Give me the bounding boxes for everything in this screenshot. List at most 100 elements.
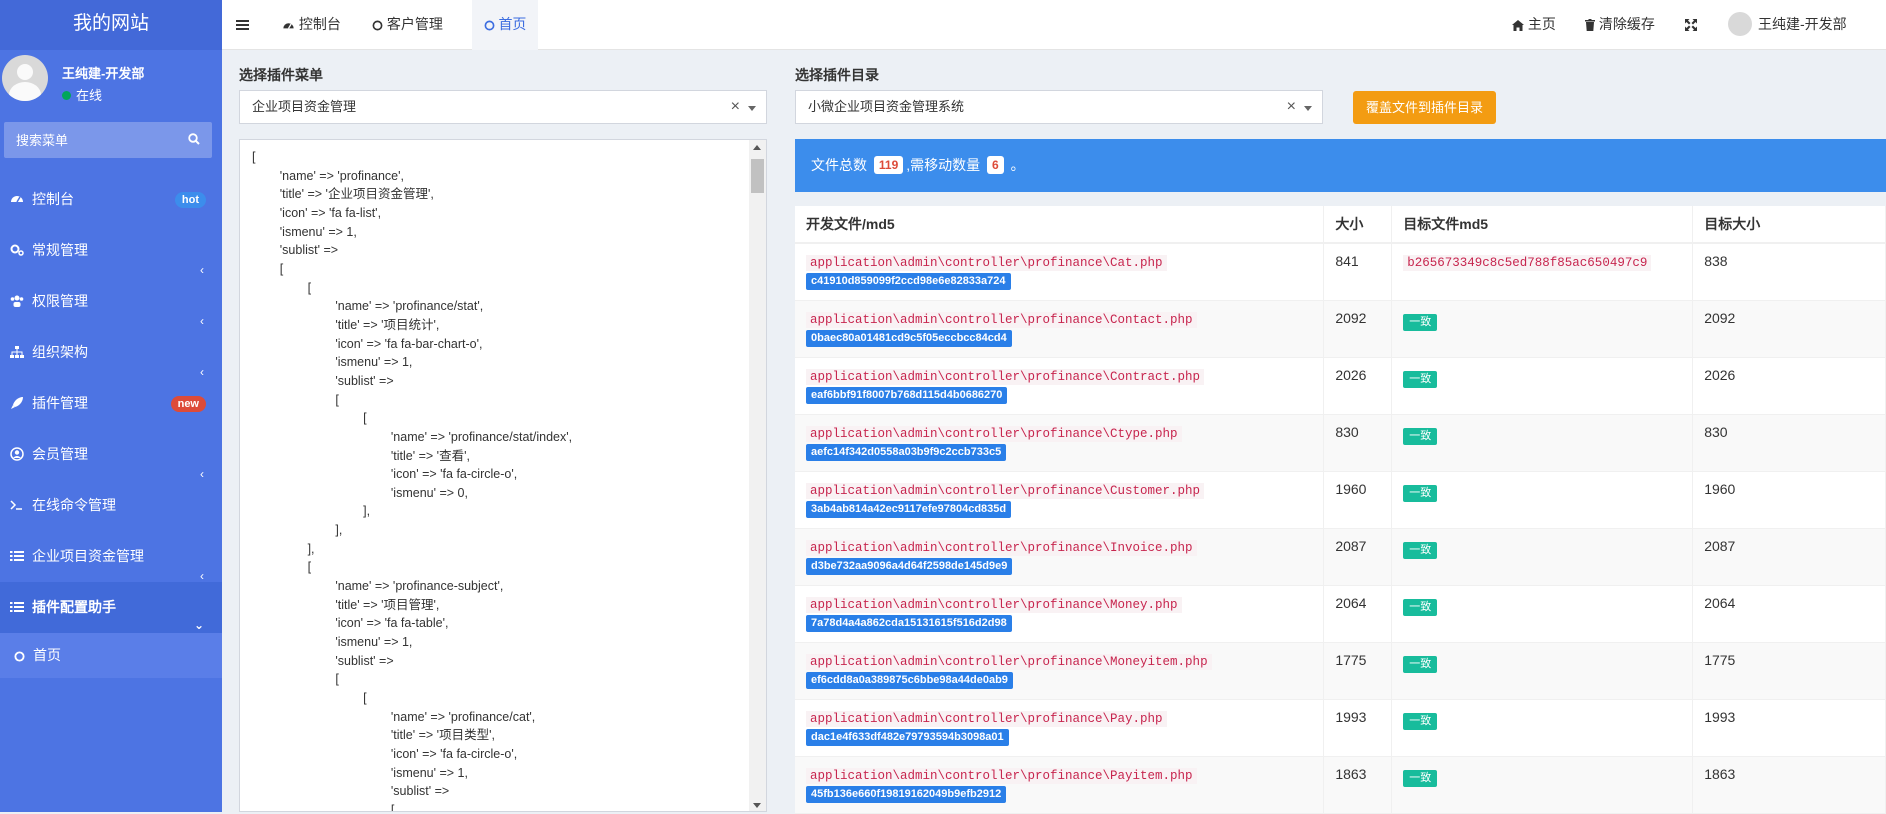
sidebar-menu: 控制台 hot 常规管理 ‹ 权限管理 ‹ 组织架构 ‹ 插件管理 new 会员… [0, 174, 222, 678]
size-cell: 830 [1323, 414, 1393, 472]
scroll-up-icon[interactable] [753, 145, 761, 150]
new-badge: new [170, 396, 206, 412]
file-cell: application\admin\controller\profinance\… [795, 756, 1325, 814]
file-md5-badge: d3be732aa9096a4d64f2598de145d9e9 [806, 557, 1013, 575]
menu-config-textarea[interactable]: [ 'name' => 'profinance', 'title' => '企业… [239, 139, 767, 812]
select-value: 小微企业项目资金管理系统 [808, 99, 965, 114]
sidebar-item-organization[interactable]: 组织架构 ‹ [0, 327, 222, 379]
summary-middle: ,需移动数量 [906, 157, 981, 173]
plugin-dir-select[interactable]: 小微企业项目资金管理系统 × [795, 90, 1323, 124]
site-brand[interactable]: 我的网站 [0, 0, 222, 50]
textarea-scrollbar[interactable] [749, 140, 766, 811]
column-header: 目标大小 [1692, 206, 1886, 244]
file-cell: application\admin\controller\profinance\… [795, 300, 1325, 358]
column-header: 大小 [1323, 206, 1393, 244]
sidebar-item-label: 在线命令管理 [32, 497, 116, 513]
file-path: application\admin\controller\profinance\… [806, 539, 1197, 556]
online-dot-icon [62, 91, 71, 100]
clear-icon[interactable]: × [731, 91, 740, 123]
search-icon[interactable] [188, 133, 200, 145]
user-menu[interactable]: 王纯建-开发部 [1728, 0, 1847, 50]
sidebar-item-addons[interactable]: 插件管理 new [0, 378, 222, 429]
size-cell: 2092 [1323, 300, 1393, 358]
hot-badge: hot [174, 192, 206, 208]
plugin-menu-select[interactable]: 企业项目资金管理 × [239, 90, 767, 124]
file-md5-badge: dac1e4f633df482e79793594b3098a01 [806, 728, 1009, 746]
scroll-down-icon[interactable] [753, 803, 761, 808]
file-md5-badge: 45fb136e660f19819162049b9efb2912 [806, 785, 1007, 803]
home-label: 主页 [1527, 16, 1556, 32]
table-row: application\admin\controller\profinance\… [795, 243, 1886, 301]
summary-prefix: 文件总数 [811, 157, 867, 173]
home-link[interactable]: 主页 [1512, 0, 1556, 50]
tab-home[interactable]: 首页 [472, 0, 538, 50]
match-badge: 一致 [1403, 313, 1438, 331]
list-icon [10, 602, 24, 612]
file-compare-table: 开发文件/md5 大小 目标文件md5 目标大小 application\adm… [795, 206, 1886, 814]
target-size-cell: 1863 [1692, 756, 1886, 814]
table-row: application\admin\controller\profinance\… [795, 699, 1886, 757]
size-cell: 1993 [1323, 699, 1393, 757]
sidebar-item-addon-helper[interactable]: 插件配置助手 ⌄ [0, 582, 222, 633]
match-badge: 一致 [1403, 769, 1438, 787]
sidebar-item-command[interactable]: 在线命令管理 [0, 480, 222, 531]
size-cell: 1960 [1323, 471, 1393, 529]
file-cell: application\admin\controller\profinance\… [795, 585, 1325, 643]
clear-cache-button[interactable]: 清除缓存 [1585, 0, 1655, 50]
sidebar-item-dashboard[interactable]: 控制台 hot [0, 174, 222, 225]
target-md5-cell: 一致 [1391, 528, 1694, 586]
target-size-cell: 1993 [1692, 699, 1886, 757]
sidebar-toggle-button[interactable] [222, 0, 262, 50]
table-row: application\admin\controller\profinance\… [795, 528, 1886, 586]
sidebar-item-label: 组织架构 [32, 344, 88, 360]
plugin-menu-label: 选择插件菜单 [239, 67, 323, 83]
target-md5-cell: 一致 [1391, 756, 1694, 814]
target-md5-cell: 一致 [1391, 471, 1694, 529]
file-md5-badge: 7a78d4a4a862cda15131615f516d2d98 [806, 614, 1012, 632]
sidebar-item-profinance[interactable]: 企业项目资金管理 ‹ [0, 531, 222, 583]
size-cell: 2026 [1323, 357, 1393, 415]
file-path: application\admin\controller\profinance\… [806, 255, 1167, 271]
target-size-cell: 2092 [1692, 300, 1886, 358]
size-cell: 2064 [1323, 585, 1393, 643]
tab-dashboard[interactable]: 控制台 [282, 0, 341, 50]
table-row: application\admin\controller\profinance\… [795, 414, 1886, 472]
caret-down-icon[interactable] [748, 106, 756, 111]
column-header: 开发文件/md5 [795, 206, 1325, 244]
sidebar-item-permission[interactable]: 权限管理 ‹ [0, 276, 222, 328]
target-size-cell: 1960 [1692, 471, 1886, 529]
dashboard-icon [283, 23, 294, 29]
file-path: application\admin\controller\profinance\… [806, 710, 1167, 727]
target-md5-cell: 一致 [1391, 357, 1694, 415]
caret-down-icon[interactable] [1304, 106, 1312, 111]
sidebar-subitem-home[interactable]: 首页 [0, 633, 222, 678]
file-path: application\admin\controller\profinance\… [806, 596, 1182, 613]
file-path: application\admin\controller\profinance\… [806, 653, 1212, 670]
table-row: application\admin\controller\profinance\… [795, 300, 1886, 358]
sidebar-item-general[interactable]: 常规管理 ‹ [0, 225, 222, 277]
fullscreen-button[interactable] [1685, 0, 1697, 50]
menu-bars-icon [235, 20, 249, 30]
match-badge: 一致 [1403, 598, 1438, 616]
scrollbar-thumb[interactable] [751, 159, 764, 193]
tab-customers[interactable]: 客户管理 [372, 0, 443, 50]
sidebar-item-members[interactable]: 会员管理 ‹ [0, 429, 222, 481]
clear-cache-label: 清除缓存 [1598, 16, 1655, 32]
cover-files-button[interactable]: 覆盖文件到插件目录 [1353, 91, 1496, 124]
target-md5-cell: 一致 [1391, 414, 1694, 472]
tab-label: 首页 [498, 16, 527, 32]
dashboard-icon [11, 196, 23, 203]
target-size-cell: 1775 [1692, 642, 1886, 700]
clear-icon[interactable]: × [1287, 91, 1296, 123]
column-header: 目标文件md5 [1391, 206, 1694, 244]
file-cell: application\admin\controller\profinance\… [795, 357, 1325, 415]
file-path: application\admin\controller\profinance\… [806, 311, 1197, 328]
home-icon [1512, 20, 1524, 31]
user-panel: 王纯建-开发部 在线 [0, 50, 222, 118]
match-badge: 一致 [1403, 427, 1438, 445]
search-input[interactable] [4, 122, 212, 158]
user-name: 王纯建-开发部 [62, 66, 145, 81]
fullscreen-icon [1685, 19, 1697, 31]
main-content: 选择插件菜单 企业项目资金管理 × 选择插件目录 小微企业项目资金管理系统 × … [222, 50, 1886, 814]
circle-o-icon [372, 20, 383, 31]
